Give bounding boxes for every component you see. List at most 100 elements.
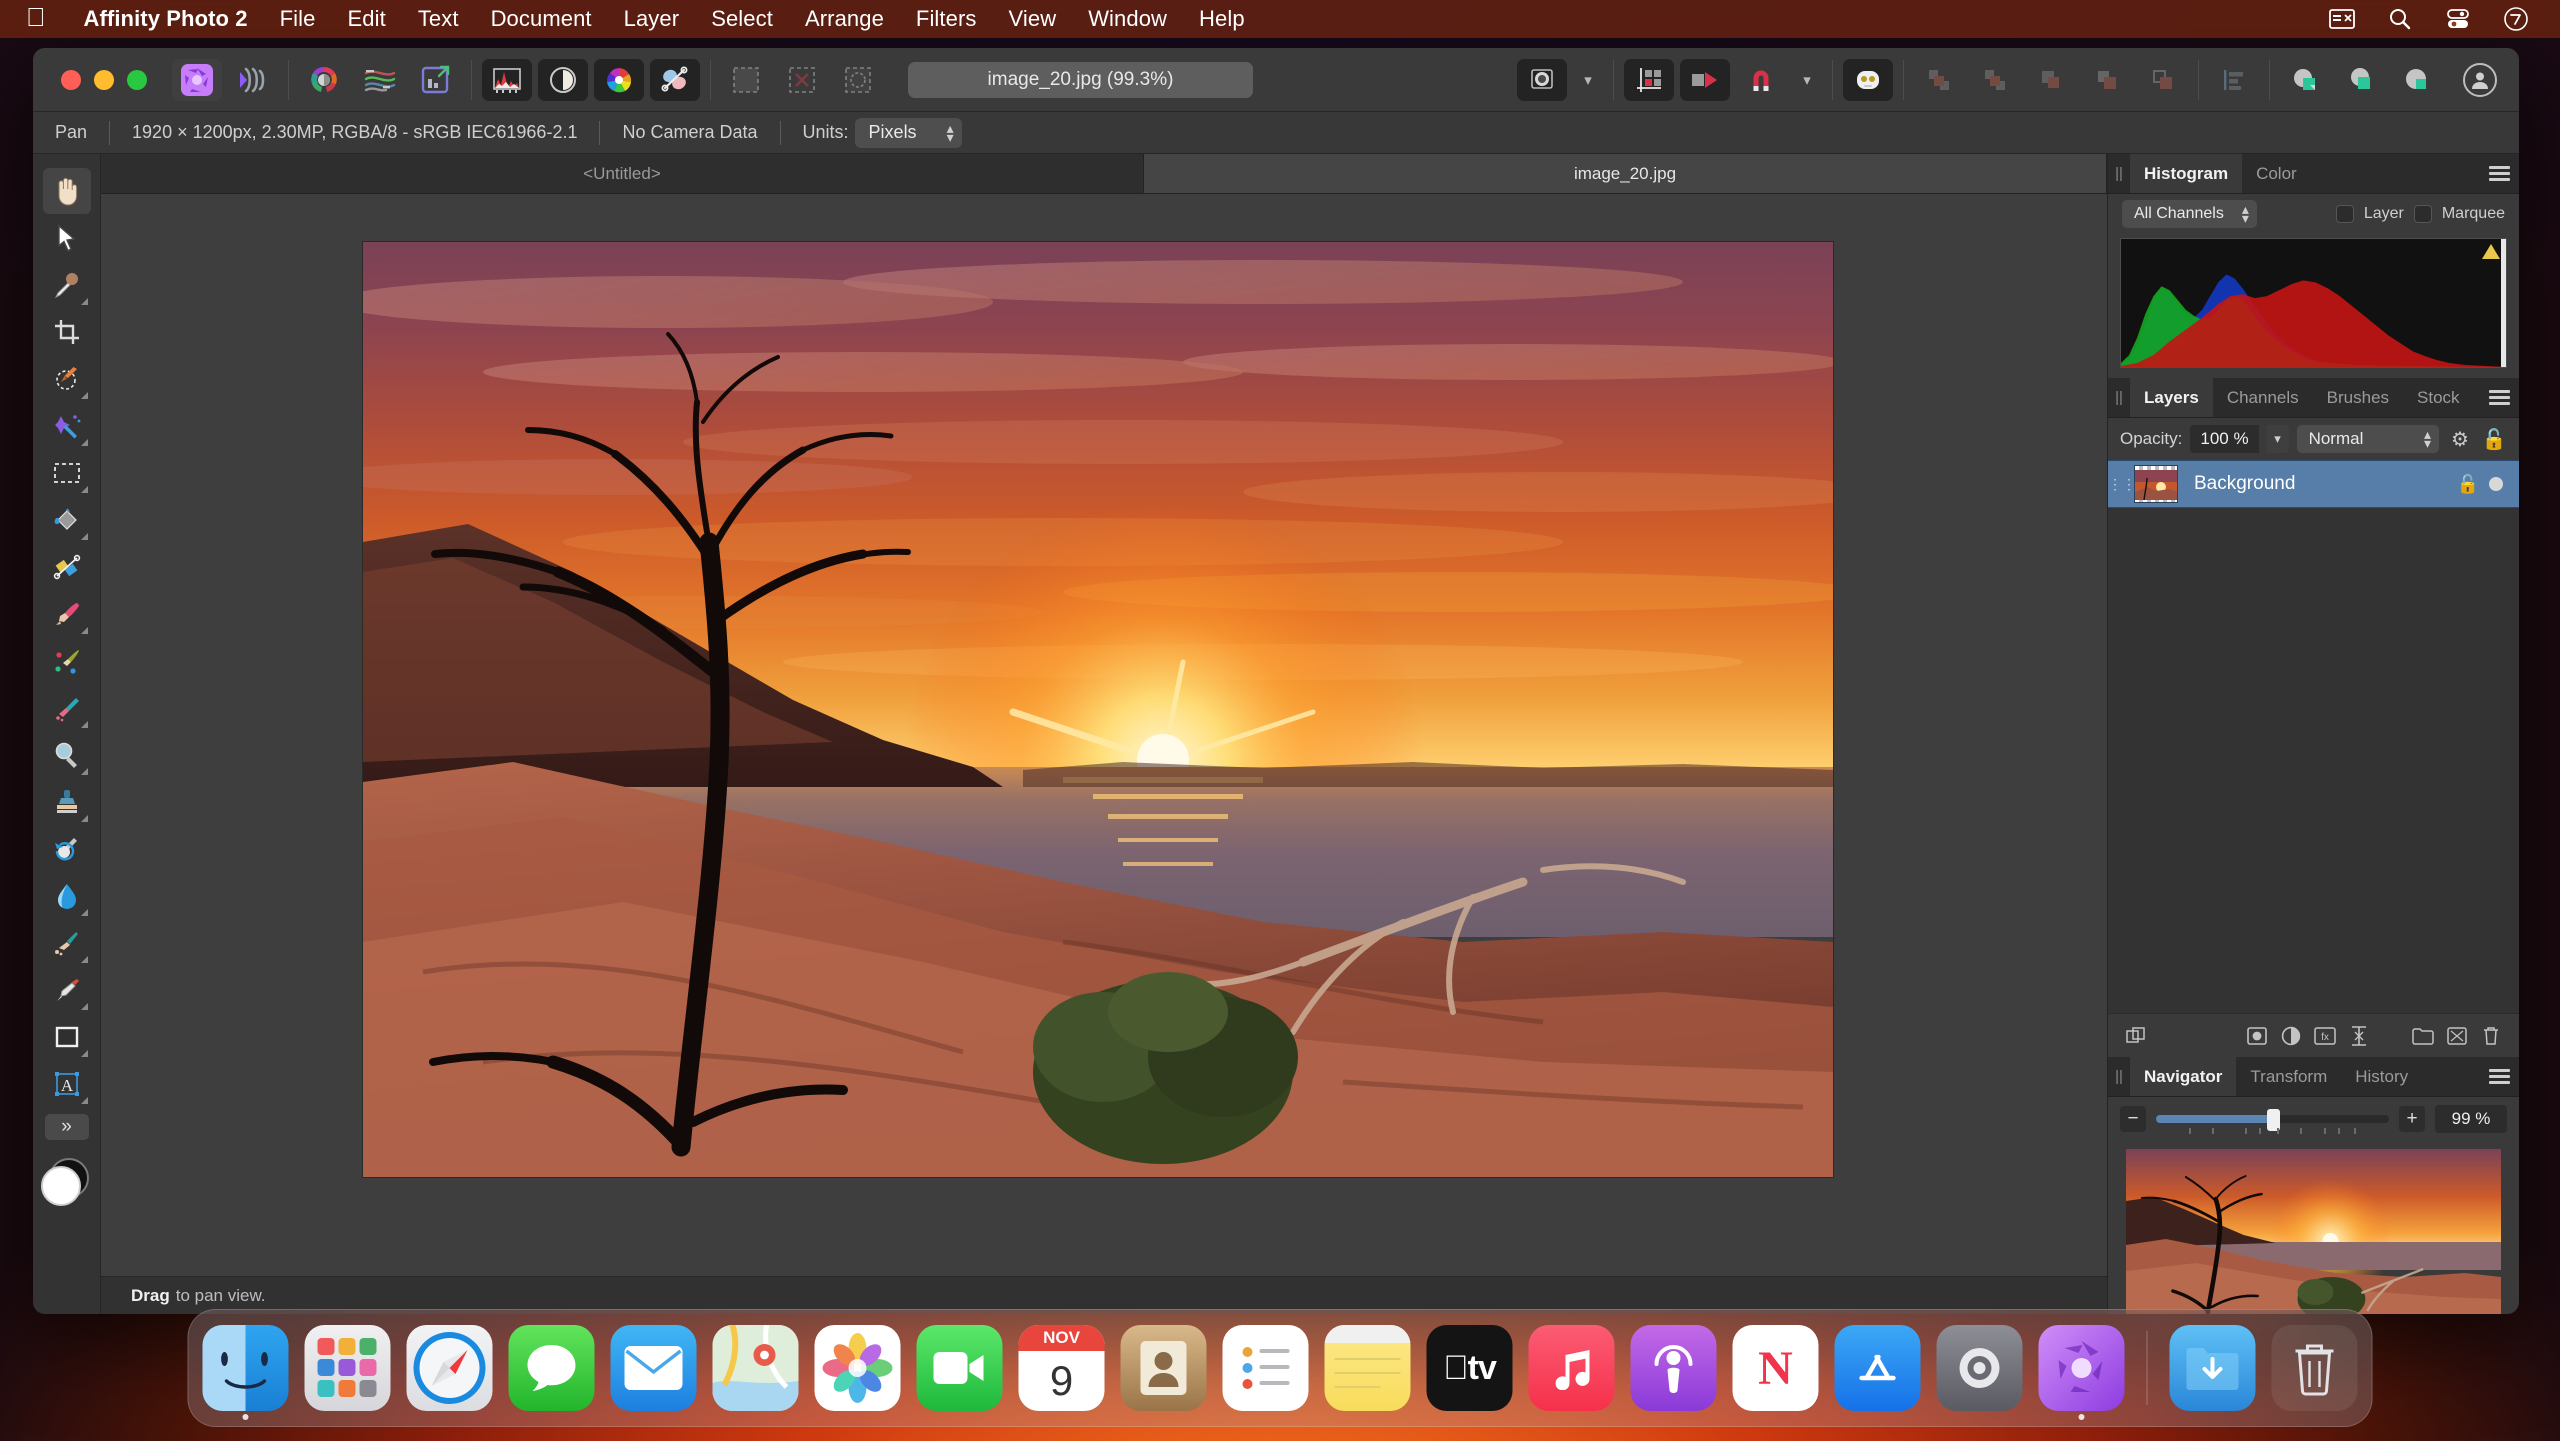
podcasts-icon[interactable] (1631, 1325, 1717, 1411)
export-persona-icon[interactable] (411, 59, 461, 101)
tab-brushes[interactable]: Brushes (2313, 378, 2403, 417)
maps-icon[interactable] (713, 1325, 799, 1411)
music-icon[interactable] (1529, 1325, 1615, 1411)
contacts-icon[interactable] (1121, 1325, 1207, 1411)
marquee-tool[interactable] (43, 450, 91, 496)
colour-swatches[interactable] (39, 1152, 95, 1208)
dock-item-contacts[interactable] (1121, 1325, 1207, 1411)
view-tool[interactable] (43, 168, 91, 214)
dock-item-maps[interactable] (713, 1325, 799, 1411)
move-tool[interactable] (43, 215, 91, 261)
gradient-tool[interactable] (43, 544, 91, 590)
dock-item-finder[interactable] (203, 1325, 289, 1411)
geometry-subtract-icon[interactable] (2026, 59, 2076, 101)
liquify-persona-icon[interactable] (228, 59, 278, 101)
minus-icon[interactable]: − (2120, 1106, 2146, 1132)
siri-icon[interactable] (2502, 5, 2530, 33)
pen-tool[interactable] (43, 967, 91, 1013)
dock-item-appletv[interactable]: tv (1427, 1325, 1513, 1411)
undo-brush-tool[interactable] (43, 826, 91, 872)
menu-item-edit[interactable]: Edit (332, 6, 402, 32)
app-store-icon[interactable] (1835, 1325, 1921, 1411)
magnet-chevron-icon[interactable]: ▾ (1792, 59, 1822, 101)
geometry-divide-icon[interactable] (2138, 59, 2188, 101)
tab-histogram[interactable]: Histogram (2130, 154, 2242, 193)
assistant-chevron-icon[interactable]: ▾ (1573, 59, 1603, 101)
minimize-button[interactable] (94, 70, 114, 90)
dock-item-photos[interactable] (815, 1325, 901, 1411)
dock-item-reminders[interactable] (1223, 1325, 1309, 1411)
finder-icon[interactable] (203, 1325, 289, 1411)
blend-mode-select[interactable]: Normal ▴▾ (2297, 425, 2439, 453)
flood-select-tool[interactable] (43, 403, 91, 449)
tab-transform[interactable]: Transform (2236, 1057, 2341, 1096)
tab-color[interactable]: Color (2242, 154, 2311, 193)
adjustment-layer-icon[interactable] (2277, 1022, 2305, 1050)
sunset-seascape-photo[interactable] (363, 242, 1833, 1177)
clone-brush-tool[interactable] (43, 779, 91, 825)
new-layer-icon[interactable] (2443, 1022, 2471, 1050)
opacity-value[interactable]: 100 % (2190, 425, 2258, 453)
dock-item-downloads[interactable] (2170, 1325, 2256, 1411)
layer-effects-icon[interactable]: ⚙ (2447, 427, 2473, 452)
notes-icon[interactable] (1325, 1325, 1411, 1411)
table-row[interactable]: ⋮⋮ Background 🔓 (2108, 460, 2519, 508)
close-button[interactable] (61, 70, 81, 90)
crop-tool[interactable] (43, 309, 91, 355)
geometry-intersect-icon[interactable] (2082, 59, 2132, 101)
dock-item-affinity-photo[interactable] (2039, 1325, 2125, 1411)
layers-list[interactable]: ⋮⋮ Background 🔓 (2108, 460, 2519, 1013)
color-wheel-icon[interactable] (594, 59, 644, 101)
screen-mirroring-icon[interactable] (2328, 5, 2356, 33)
zoom-value[interactable]: 99 % (2435, 1105, 2507, 1133)
foreground-colour-swatch[interactable] (41, 1166, 81, 1206)
photos-icon[interactable] (815, 1325, 901, 1411)
menu-item-app[interactable]: Affinity Photo 2 (68, 6, 264, 32)
mask-intersect-icon[interactable] (2392, 59, 2442, 101)
histogram-chart[interactable] (2120, 238, 2507, 368)
fill-layer-icon[interactable] (2345, 1022, 2373, 1050)
panel-menu-icon[interactable] (2479, 154, 2519, 193)
affinity-photo-icon[interactable] (2039, 1325, 2125, 1411)
dock-item-calendar[interactable]: NOV 9 (1019, 1325, 1105, 1411)
panel-drag-handle[interactable]: || (2108, 1057, 2130, 1096)
control-center-icon[interactable] (2444, 5, 2472, 33)
dock-item-appstore[interactable] (1835, 1325, 1921, 1411)
dock-item-trash[interactable] (2272, 1325, 2358, 1411)
apple-logo-icon[interactable]:  (26, 4, 46, 30)
menu-item-window[interactable]: Window (1072, 6, 1183, 32)
menu-item-layer[interactable]: Layer (608, 6, 696, 32)
smudge-brush-tool[interactable] (43, 920, 91, 966)
clipping-warning-icon[interactable] (2482, 244, 2500, 259)
zoom-slider[interactable] (2156, 1106, 2389, 1132)
safari-icon[interactable] (407, 1325, 493, 1411)
navigator-thumbnail[interactable] (2126, 1149, 2501, 1314)
mask-layer-icon[interactable] (2243, 1022, 2271, 1050)
blur-brush-tool[interactable] (43, 873, 91, 919)
dodge-burn-tool[interactable] (43, 732, 91, 778)
reminders-icon[interactable] (1223, 1325, 1309, 1411)
layer-checkbox[interactable] (2336, 205, 2354, 223)
zoom-button[interactable] (127, 70, 147, 90)
channel-select[interactable]: All Channels ▴▾ (2122, 200, 2257, 228)
grid-snapping-icon[interactable] (1624, 59, 1674, 101)
layer-link-icon[interactable] (2122, 1022, 2150, 1050)
new-group-icon[interactable] (2409, 1022, 2437, 1050)
tab-channels[interactable]: Channels (2213, 378, 2313, 417)
geometry-add-icon[interactable] (1914, 59, 1964, 101)
dock-item-facetime[interactable] (917, 1325, 1003, 1411)
menu-item-help[interactable]: Help (1183, 6, 1261, 32)
photo-persona-icon[interactable] (172, 59, 222, 101)
dock-item-notes[interactable] (1325, 1325, 1411, 1411)
menu-item-text[interactable]: Text (402, 6, 475, 32)
dock-item-messages[interactable] (509, 1325, 595, 1411)
delete-layer-icon[interactable] (2477, 1022, 2505, 1050)
histogram-icon[interactable] (482, 59, 532, 101)
dock-item-launchpad[interactable] (305, 1325, 391, 1411)
dock-item-mail[interactable] (611, 1325, 697, 1411)
document-tab-untitled[interactable]: <Untitled> (101, 154, 1144, 193)
launchpad-icon[interactable] (305, 1325, 391, 1411)
news-icon[interactable]: N (1733, 1325, 1819, 1411)
select-all-icon[interactable] (721, 59, 771, 101)
snapping-candidates-icon[interactable] (1680, 59, 1730, 101)
